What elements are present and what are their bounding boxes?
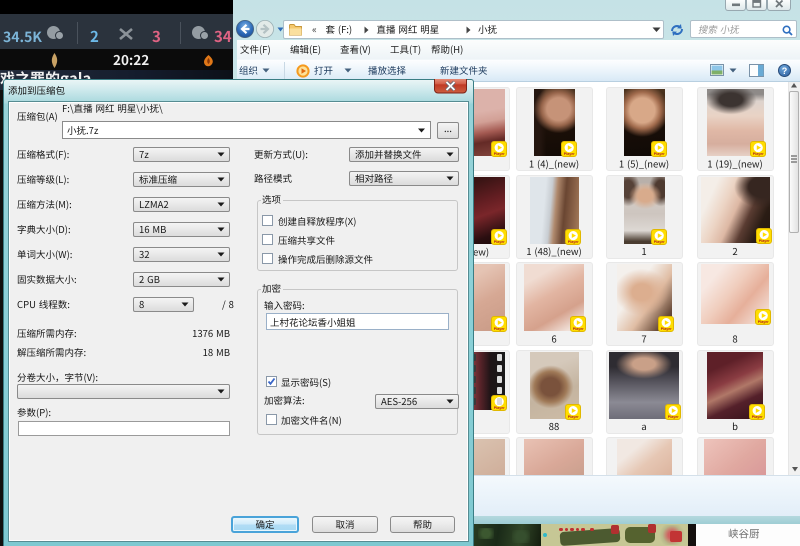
svg-text:Player: Player — [653, 152, 664, 156]
svg-text:Player: Player — [493, 152, 504, 156]
svg-text:Player: Player — [758, 239, 769, 243]
svg-text:Player: Player — [567, 415, 578, 419]
svg-text:Player: Player — [573, 327, 584, 331]
svg-text:Player: Player — [660, 327, 671, 331]
svg-text:Player: Player — [493, 406, 504, 410]
svg-text:Player: Player — [493, 327, 504, 331]
svg-text:Player: Player — [567, 240, 578, 244]
svg-text:Player: Player — [758, 320, 769, 324]
svg-text:Player: Player — [563, 152, 574, 156]
svg-text:Player: Player — [493, 240, 504, 244]
svg-text:Player: Player — [668, 415, 679, 419]
svg-text:Player: Player — [752, 152, 763, 156]
svg-text:Player: Player — [752, 415, 763, 419]
svg-text:?: ? — [782, 66, 788, 76]
svg-text:Player: Player — [653, 240, 664, 244]
